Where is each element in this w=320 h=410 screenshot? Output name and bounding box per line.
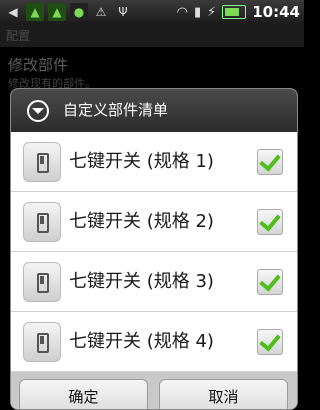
checkbox[interactable] (257, 329, 283, 355)
signal-icon: ▮ (193, 4, 202, 20)
status-clock: 10:44 (252, 3, 300, 21)
back-icon: ◀ (8, 5, 18, 19)
charging-icon: ⚡ (207, 4, 217, 20)
status-bar: ◀ ▲ ▲ ● ⚠ Ψ ◠ ▮ ⚡ 10:44 (0, 0, 304, 25)
list-item-label: 七键开关 (规格 4) (69, 331, 214, 352)
upload-icon-2: ▲ (48, 3, 66, 21)
usb-icon: Ψ (118, 5, 128, 19)
list-item[interactable]: 七键开关 (规格 4) (11, 312, 297, 372)
chevron-down-circle-icon (27, 100, 49, 122)
switch-icon (23, 142, 61, 182)
checkbox[interactable] (257, 149, 283, 175)
checkbox[interactable] (257, 269, 283, 295)
upload-icon: ▲ (26, 3, 44, 21)
battery-icon (222, 5, 247, 19)
custom-widget-list-dialog: 自定义部件清单 七键开关 (规格 1) 七键开关 (规格 2) 七键开关 (规格… (10, 88, 298, 410)
list-item-label: 七键开关 (规格 2) (69, 211, 214, 232)
warning-icon: ⚠ (95, 5, 107, 19)
widget-list: 七键开关 (规格 1) 七键开关 (规格 2) 七键开关 (规格 3) 七键开关… (11, 132, 297, 372)
wifi-icon: ◠ (176, 4, 188, 20)
switch-icon (23, 202, 61, 242)
list-item[interactable]: 七键开关 (规格 1) (11, 132, 297, 192)
checkbox[interactable] (257, 209, 283, 235)
ok-button[interactable]: 确定 (19, 379, 148, 409)
dialog-button-bar: 确定 取消 (11, 372, 297, 409)
dialog-header: 自定义部件清单 (11, 89, 297, 132)
cancel-button[interactable]: 取消 (159, 379, 288, 409)
list-item-label: 七键开关 (规格 1) (69, 151, 214, 172)
switch-icon (23, 262, 61, 302)
list-item[interactable]: 七键开关 (规格 2) (11, 192, 297, 252)
dialog-title: 自定义部件清单 (63, 101, 169, 119)
list-item-label: 七键开关 (规格 3) (69, 271, 214, 292)
switch-icon (23, 322, 61, 362)
android-icon: ● (70, 3, 88, 21)
list-item[interactable]: 七键开关 (规格 3) (11, 252, 297, 312)
